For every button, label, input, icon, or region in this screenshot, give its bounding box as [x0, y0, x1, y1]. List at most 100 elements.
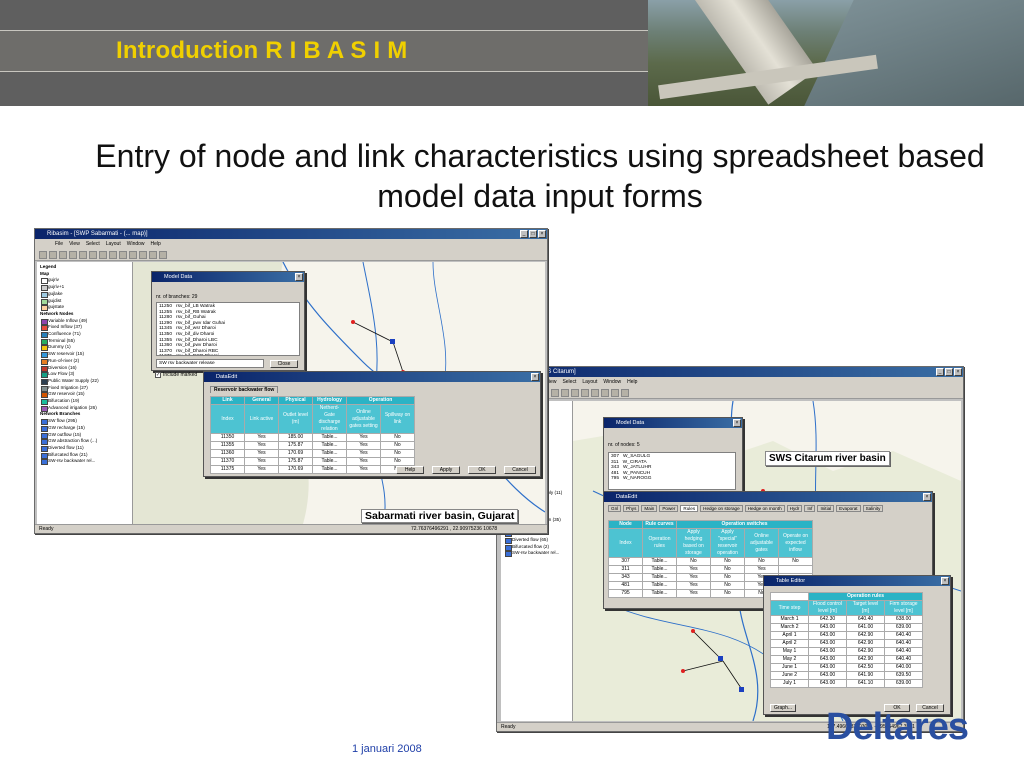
table-row[interactable]: 11355 Yes 175.87 Table... Yes No [210, 441, 415, 450]
list-item[interactable]: 795 W_NAROGG [611, 476, 733, 482]
dataedit-tab[interactable]: Evaporat [836, 505, 861, 512]
sheet-cell[interactable]: 175.87 [278, 457, 313, 466]
legend-branch-item[interactable]: SW-rsv backwater rel... [40, 458, 129, 466]
operation-rules-sheet[interactable]: Operation rules Time step Flood control le… [770, 592, 923, 688]
sheet-cell[interactable]: 639.00 [884, 623, 923, 632]
include-marked-checkbox[interactable]: ✓ Include marked [155, 372, 197, 378]
legend-node-item[interactable]: Advanced irrigation (26) [40, 405, 129, 412]
maximize-icon[interactable]: □ [945, 368, 953, 376]
legend-map-item[interactable]: gujdist [40, 298, 129, 305]
sheet-cell[interactable]: 641.10 [846, 679, 885, 688]
sheet-cell[interactable]: Table... [642, 557, 677, 566]
legend-node-item[interactable]: Diversion (16) [40, 365, 129, 372]
close-button[interactable]: Close [270, 360, 298, 368]
sheet-cell[interactable]: 642.90 [846, 639, 885, 648]
legend-map-item[interactable]: gujlake [40, 291, 129, 298]
sheet-cell[interactable]: Yes [676, 573, 711, 582]
sheet-cell[interactable]: April 1 [770, 631, 809, 640]
legend-node-item[interactable]: Terminal (55) [40, 338, 129, 345]
sheet-cell[interactable]: 640.40 [884, 647, 923, 656]
sheet-cell[interactable]: 481 [608, 581, 643, 590]
ok-button[interactable]: OK [468, 466, 496, 474]
cancel-button[interactable]: Cancel [504, 466, 536, 474]
list-item[interactable]: 11375 rsv_bif_RGR Dharoi [159, 354, 297, 355]
run-icon[interactable] [601, 389, 609, 397]
menu-item[interactable]: File [55, 239, 63, 249]
legend-branch-item[interactable]: GW abstraction flow (...) [40, 438, 129, 445]
sheet-cell[interactable]: 642.50 [846, 663, 885, 672]
sheet-cell[interactable]: 639.50 [884, 671, 923, 680]
table-row[interactable]: June 1 643.00 642.50 640.00 [770, 663, 923, 672]
data-icon[interactable] [129, 251, 137, 259]
sheet-cell[interactable]: 642.90 [846, 647, 885, 656]
sheet-cell[interactable]: Table... [312, 449, 347, 458]
table-row[interactable]: May 1 643.00 642.90 640.40 [770, 647, 923, 656]
pan-icon[interactable] [89, 251, 97, 259]
sheet-cell[interactable] [778, 565, 813, 574]
sheet-cell[interactable]: 642.90 [846, 655, 885, 664]
sheet-cell[interactable]: Yes [244, 465, 279, 474]
sheet-cell[interactable]: 307 [608, 557, 643, 566]
node-icon[interactable] [109, 251, 117, 259]
menu-item[interactable]: Select [562, 377, 576, 387]
table-row[interactable]: April 2 643.00 642.90 640.40 [770, 639, 923, 648]
sheet-cell[interactable]: 643.00 [808, 671, 847, 680]
sheet-cell[interactable]: 643.00 [808, 639, 847, 648]
legend-node-item[interactable]: Variable Inflow (49) [40, 318, 129, 325]
sheet-cell[interactable]: Table... [312, 433, 347, 442]
sheet-cell[interactable]: Yes [676, 581, 711, 590]
print-icon[interactable] [59, 251, 67, 259]
close-icon[interactable]: × [923, 493, 931, 501]
branch-type-select[interactable]: SW rsv backwater release [156, 359, 264, 368]
legend-map-item[interactable]: gujriv [40, 277, 129, 285]
apply-button[interactable]: Apply [432, 466, 460, 474]
menu-item[interactable]: Layout [582, 377, 597, 387]
sheet-cell[interactable]: No [710, 557, 745, 566]
sheet-cell[interactable]: May 1 [770, 647, 809, 656]
sheet-cell[interactable]: 638.00 [884, 615, 923, 624]
sheet-cell[interactable]: No [676, 557, 711, 566]
sheet-cell[interactable]: 643.00 [808, 631, 847, 640]
legend-node-item[interactable]: SW reservoir (15) [40, 351, 129, 358]
sheet-cell[interactable]: 185.00 [278, 433, 313, 442]
dataedit-tab[interactable]: Hedge on month [744, 505, 785, 512]
table-row[interactable]: June 2 643.00 641.90 639.50 [770, 671, 923, 680]
sheet-cell[interactable]: 11370 [210, 457, 245, 466]
table-row[interactable]: 11370 Yes 175.87 Table... Yes No [210, 457, 415, 466]
legend-node-item[interactable]: Fixed Irrigation (27) [40, 385, 129, 392]
legend-node-item[interactable]: Fixed Inflow (37) [40, 324, 129, 332]
table-row[interactable]: March 1 642.30 640.40 638.00 [770, 615, 923, 624]
sheet-cell[interactable]: 642.30 [808, 615, 847, 624]
menu-item[interactable]: Select [86, 239, 100, 249]
sheet-cell[interactable]: 643.00 [808, 679, 847, 688]
sheet-cell[interactable]: 643.00 [808, 663, 847, 672]
info-icon[interactable] [611, 389, 619, 397]
legend-branch-item[interactable]: SW-rsv backwater rel... [504, 550, 569, 558]
data-icon[interactable] [591, 389, 599, 397]
zoom-in-icon[interactable] [69, 251, 77, 259]
sheet-cell[interactable]: No [710, 565, 745, 574]
node-listbox[interactable]: 307 W_SAGULG 311 W_CIRATA 343 W_JATLUHR 481… [608, 452, 736, 490]
sheet-cell[interactable]: June 1 [770, 663, 809, 672]
legend-branch-item[interactable]: Diverted flow (11) [40, 445, 129, 452]
legend-map-item[interactable]: gujriv+1 [40, 284, 129, 291]
save-icon[interactable] [49, 251, 57, 259]
help-icon[interactable] [621, 389, 629, 397]
sheet-cell[interactable]: 343 [608, 573, 643, 582]
legend-node-item[interactable]: Bifurcation (19) [40, 398, 129, 405]
dataedit-tab[interactable]: Initial [817, 505, 835, 512]
sheet-cell[interactable]: Yes [346, 441, 381, 450]
sheet-cell[interactable]: No [710, 581, 745, 590]
sheet-cell[interactable]: Yes [346, 457, 381, 466]
sheet-cell[interactable]: 641.90 [846, 671, 885, 680]
dataedit-tab[interactable]: Inf [804, 505, 816, 512]
sheet-cell[interactable]: 640.00 [884, 663, 923, 672]
sheet-cell[interactable]: June 2 [770, 671, 809, 680]
sheet-cell[interactable]: 795 [608, 589, 643, 598]
sheet-cell[interactable]: 643.00 [808, 655, 847, 664]
sheet-cell[interactable]: No [380, 441, 415, 450]
close-icon[interactable]: × [733, 419, 741, 427]
close-icon[interactable]: × [295, 273, 303, 281]
sheet-cell[interactable]: Yes [744, 565, 779, 574]
legend-branch-item[interactable]: GW recharge (15) [40, 425, 129, 432]
